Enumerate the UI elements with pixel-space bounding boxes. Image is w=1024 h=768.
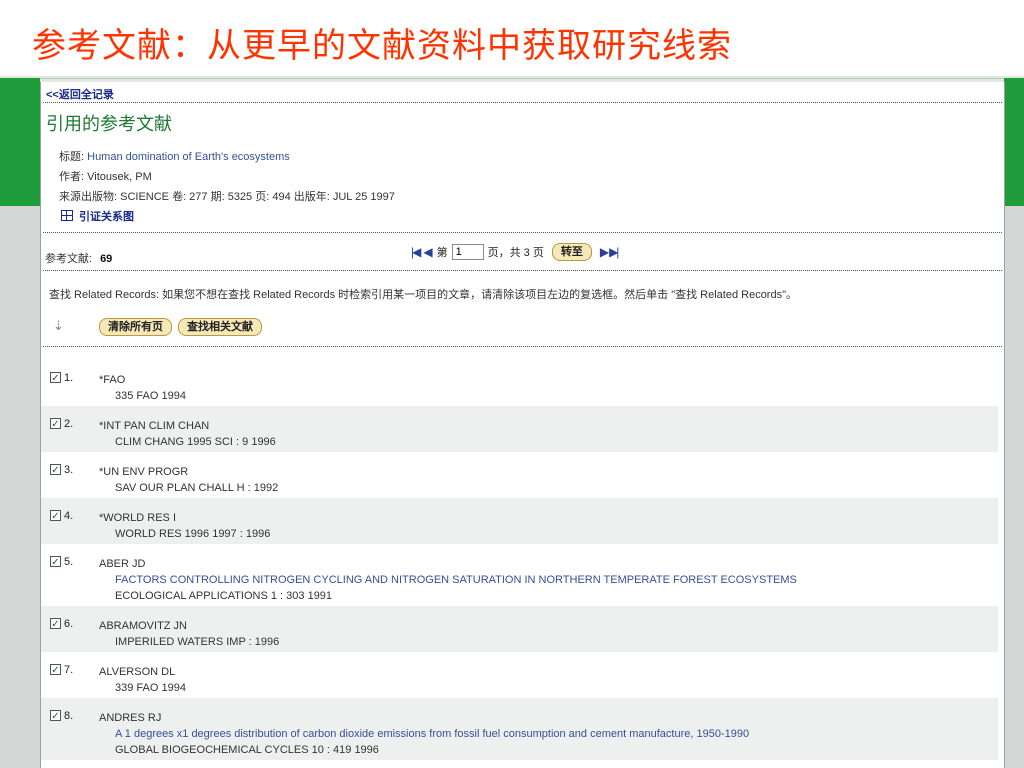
divider [43, 232, 1002, 233]
citation-map-link[interactable]: 引证关系图 [61, 208, 134, 224]
record-number: 1. [64, 372, 74, 384]
meta-title: 标题: Human domination of Earth's ecosyste… [59, 148, 290, 164]
page-suffix: 页，共 3 页 [487, 247, 544, 259]
record-source: GLOBAL BIOGEOCHEMICAL CYCLES 10 : 419 19… [115, 744, 379, 756]
meta-author-value: Vitousek, PM [87, 171, 152, 183]
record-source: CLIM CHANG 1995 SCI : 9 1996 [115, 436, 276, 448]
record-number: 8. [64, 710, 74, 722]
list-item: ✓ 1. *FAO 335 FAO 1994 [41, 360, 998, 406]
divider [43, 346, 1002, 347]
prev-page-icon[interactable]: ◀ [423, 245, 432, 259]
record-checkbox[interactable]: ✓ [50, 710, 61, 722]
meta-author-label: 作者: [59, 171, 88, 183]
left-accent-bar [0, 78, 40, 206]
record-author: *INT PAN CLIM CHAN [99, 420, 210, 432]
find-related-records-button[interactable]: 查找相关文献 [178, 318, 262, 336]
reference-count-value: 69 [100, 253, 113, 265]
record-number: 4. [64, 510, 74, 522]
record-checkbox[interactable]: ✓ [50, 556, 61, 568]
right-gray-margin [1004, 206, 1024, 768]
left-gray-margin [0, 206, 40, 768]
record-author: ABER JD [99, 558, 146, 570]
list-item: ✓ 2. *INT PAN CLIM CHAN CLIM CHANG 1995 … [41, 406, 998, 452]
record-source: 335 FAO 1994 [115, 390, 186, 402]
record-title-link[interactable]: A 1 degrees x1 degrees distribution of c… [115, 728, 749, 740]
record-source: ECOLOGICAL APPLICATIONS 1 : 303 1991 [115, 590, 333, 602]
first-page-icon[interactable]: |◀ [411, 245, 421, 259]
record-checkbox[interactable]: ✓ [50, 418, 61, 430]
reference-count: 参考文献: 69 [45, 250, 112, 266]
record-author: *FAO [99, 374, 126, 386]
action-buttons: 清除所有页 查找相关文献 [99, 318, 262, 336]
reference-count-label: 参考文献: [45, 253, 93, 265]
record-number: 7. [64, 664, 74, 676]
record-checkbox[interactable]: ✓ [50, 510, 61, 522]
divider [43, 270, 1002, 271]
record-checkbox[interactable]: ✓ [50, 372, 61, 384]
record-checkbox[interactable]: ✓ [50, 618, 61, 630]
back-to-full-record-link[interactable]: <<返回全记录 [46, 86, 114, 102]
page-number-input[interactable] [451, 244, 484, 260]
record-number: 6. [64, 618, 74, 630]
pager: |◀ ◀ 第 页，共 3 页 转至 ▶ ▶| [411, 242, 620, 262]
meta-author: 作者: Vitousek, PM [59, 168, 152, 184]
list-item: ✓ 3. *UN ENV PROGR SAV OUR PLAN CHALL H … [41, 452, 998, 498]
go-button[interactable]: 转至 [551, 243, 592, 261]
record-source: WORLD RES 1996 1997 : 1996 [115, 528, 271, 540]
divider [43, 102, 1002, 103]
list-item: ✓ 4. *WORLD RES I WORLD RES 1996 1997 : … [41, 498, 998, 544]
record-number: 2. [64, 418, 74, 430]
right-accent-bar [1004, 78, 1024, 206]
record-source: SAV OUR PLAN CHALL H : 1992 [115, 482, 279, 494]
list-item: ✓ 5. ABER JD FACTORS CONTROLLING NITROGE… [41, 544, 998, 606]
bent-arrow-icon: ⇣ [53, 318, 64, 333]
record-author: *WORLD RES I [99, 512, 177, 524]
next-page-icon[interactable]: ▶ [600, 245, 609, 259]
record-number: 3. [64, 464, 74, 476]
list-item: ✓ 8. ANDRES RJ A 1 degrees x1 degrees di… [41, 698, 998, 760]
meta-source: 来源出版物: SCIENCE 卷: 277 期: 5325 页: 494 出版年… [59, 191, 395, 203]
cited-references-panel: <<返回全记录 引用的参考文献 标题: Human domination of … [40, 82, 1005, 768]
record-source: IMPERILED WATERS IMP : 1996 [115, 636, 280, 648]
list-item: ✓ 7. ALVERSON DL 339 FAO 1994 [41, 652, 998, 698]
meta-title-label: 标题: [59, 151, 88, 163]
record-title-link[interactable]: FACTORS CONTROLLING NITROGEN CYCLING AND… [115, 574, 797, 586]
related-records-instructions: 查找 Related Records: 如果您不想在查找 Related Rec… [49, 289, 797, 301]
record-author: ABRAMOVITZ JN [99, 620, 188, 632]
citation-map-label: 引证关系图 [79, 211, 134, 223]
record-number: 5. [64, 556, 74, 568]
page-prefix: 第 [436, 247, 448, 259]
citation-map-icon [61, 210, 73, 221]
list-item: ✓ 6. ABRAMOVITZ JN IMPERILED WATERS IMP … [41, 606, 998, 652]
meta-title-value[interactable]: Human domination of Earth's ecosystems [87, 151, 290, 163]
section-heading: 引用的参考文献 [46, 114, 172, 135]
record-checkbox[interactable]: ✓ [50, 664, 61, 676]
last-page-icon[interactable]: ▶| [609, 245, 619, 259]
record-source: 339 FAO 1994 [115, 682, 186, 694]
record-author: ALVERSON DL [99, 666, 176, 678]
record-author: ANDRES RJ [99, 712, 162, 724]
slide-title: 参考文献：从更早的文献资料中获取研究线索 [32, 26, 732, 66]
clear-all-pages-button[interactable]: 清除所有页 [99, 318, 172, 336]
record-checkbox[interactable]: ✓ [50, 464, 61, 476]
record-author: *UN ENV PROGR [99, 466, 189, 478]
